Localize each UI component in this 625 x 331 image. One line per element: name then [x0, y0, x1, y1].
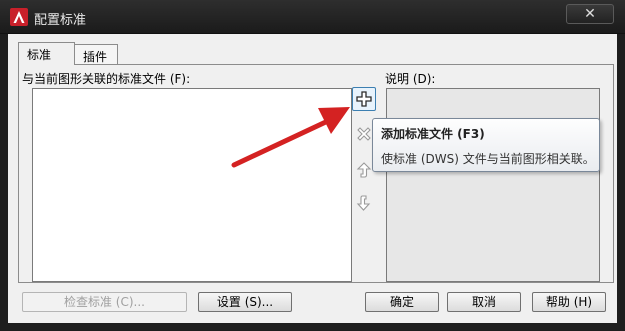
- up-arrow-icon: [356, 162, 372, 178]
- window-bottom-edge: [0, 323, 625, 331]
- add-standards-file-button[interactable]: [352, 87, 376, 111]
- check-standards-button[interactable]: 检查标准 (C)...: [22, 292, 187, 312]
- description-label: 说明 (D):: [385, 72, 436, 86]
- add-file-tooltip: 添加标准文件 (F3) 使标准 (DWS) 文件与当前图形相关联。: [372, 118, 600, 172]
- standards-files-list[interactable]: [32, 88, 352, 282]
- close-icon: ✕: [584, 6, 596, 22]
- down-arrow-icon: [356, 195, 371, 211]
- tab-standards[interactable]: 标准: [18, 42, 75, 65]
- x-icon: [357, 127, 371, 141]
- help-button[interactable]: 帮助 (H): [532, 292, 606, 312]
- tab-plugins-label: 插件: [83, 50, 108, 64]
- autocad-logo-icon[interactable]: [10, 8, 28, 26]
- dialog-body: 标准 插件 与当前图形关联的标准文件 (F): 说明 (D): 添加标准文件 (…: [8, 34, 617, 323]
- title-bar: 配置标准 ✕: [0, 0, 625, 34]
- tooltip-description: 使标准 (DWS) 文件与当前图形相关联。: [381, 152, 595, 166]
- standards-files-label: 与当前图形关联的标准文件 (F):: [22, 72, 191, 86]
- settings-button[interactable]: 设置 (S)...: [198, 292, 292, 312]
- window-title: 配置标准: [34, 13, 87, 28]
- ok-button[interactable]: 确定: [365, 292, 439, 312]
- move-down-button[interactable]: [352, 191, 376, 215]
- tab-plugins[interactable]: 插件: [74, 44, 118, 64]
- close-button[interactable]: ✕: [566, 4, 614, 24]
- tab-standards-label: 标准: [27, 48, 52, 62]
- plus-icon: [356, 91, 372, 107]
- tooltip-title: 添加标准文件 (F3): [381, 127, 485, 141]
- cancel-button[interactable]: 取消: [447, 292, 521, 312]
